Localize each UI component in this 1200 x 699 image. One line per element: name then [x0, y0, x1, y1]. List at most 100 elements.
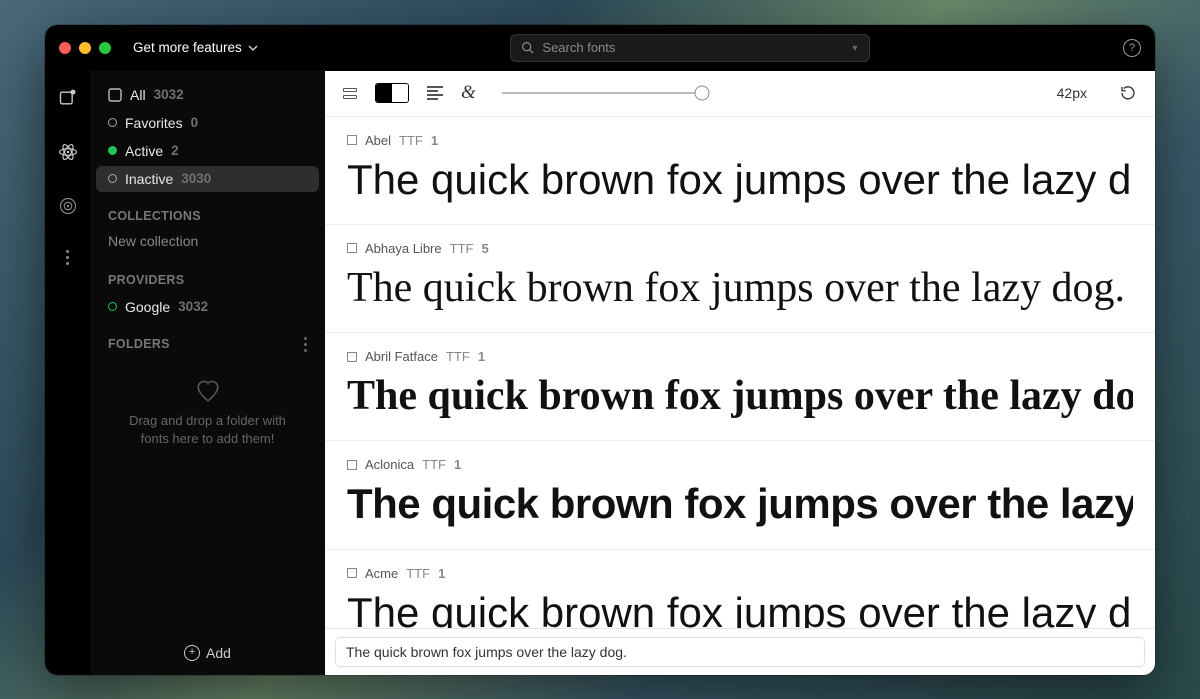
size-slider[interactable]: [502, 92, 702, 94]
features-label: Get more features: [133, 40, 242, 55]
font-row[interactable]: Abel TTF 1 The quick brown fox jumps over t…: [325, 117, 1155, 225]
checkbox-icon[interactable]: [347, 135, 357, 145]
font-row[interactable]: AclonicaTTF1The quick brown fox jumps ov…: [325, 441, 1155, 549]
font-name: Abril Fatface: [365, 349, 438, 364]
checkbox-icon[interactable]: [347, 243, 357, 253]
preview-text-input[interactable]: [335, 637, 1145, 667]
font-row[interactable]: Abhaya Libre TTF 5 The quick brown fox jump…: [325, 225, 1155, 333]
search-container: Search fonts ▼: [266, 34, 1115, 62]
new-collection-button[interactable]: New collection: [90, 229, 325, 257]
slider-thumb[interactable]: [694, 86, 709, 101]
glyphs-button[interactable]: &: [461, 82, 476, 104]
size-label: 42px: [1057, 85, 1087, 101]
more-rail-icon[interactable]: [66, 250, 69, 265]
app-window: Get more features Search fonts ▼ ? All 3…: [45, 25, 1155, 675]
window-controls: [59, 42, 111, 54]
get-more-features-menu[interactable]: Get more features: [133, 40, 258, 55]
font-preview-text: The quick brown fox jumps over the lazy …: [347, 372, 1133, 420]
inactive-bullet-icon: [108, 174, 117, 183]
font-format: TTF: [406, 566, 430, 581]
checkbox-icon[interactable]: [347, 460, 357, 470]
theme-toggle-button[interactable]: [375, 83, 409, 103]
reset-button[interactable]: [1119, 84, 1137, 102]
atom-icon[interactable]: [58, 142, 78, 162]
font-format: TTF: [450, 241, 474, 256]
add-label: Add: [206, 645, 231, 661]
sidebar-item-inactive[interactable]: Inactive 3030: [96, 166, 319, 192]
favorites-label: Favorites: [125, 115, 183, 131]
font-name: Abhaya Libre: [365, 241, 442, 256]
font-name: Abel: [365, 133, 391, 148]
google-count: 3032: [178, 299, 208, 314]
maximize-window-button[interactable]: [99, 42, 111, 54]
sidebar-item-google[interactable]: Google 3032: [96, 294, 319, 320]
preview-text-bar: [325, 628, 1155, 675]
app-body: All 3032 Favorites 0 Active 2 Inactive 3…: [45, 71, 1155, 675]
chevron-down-icon: [248, 43, 258, 53]
active-bullet-icon: [108, 146, 117, 155]
font-row[interactable]: Abril Fatface TTF 1 The quick brown fox jum…: [325, 333, 1155, 441]
active-count: 2: [171, 143, 179, 158]
favorites-count: 0: [191, 115, 199, 130]
font-style-count: 1: [438, 566, 445, 581]
minimize-window-button[interactable]: [79, 42, 91, 54]
search-dropdown-icon[interactable]: ▼: [850, 43, 859, 53]
font-meta: Abhaya Libre TTF 5: [347, 241, 1133, 256]
active-label: Active: [125, 143, 163, 159]
sidebar-item-all[interactable]: All 3032: [96, 82, 319, 108]
inactive-count: 3030: [181, 171, 211, 186]
google-label: Google: [125, 299, 170, 315]
font-style-count: 1: [478, 349, 485, 364]
font-style-count: 1: [454, 457, 461, 472]
library-icon[interactable]: [58, 88, 78, 108]
folders-empty-state: Drag and drop a folder with fonts here t…: [90, 378, 325, 448]
all-label: All: [130, 87, 146, 103]
font-preview-text: The quick brown fox jumps over the lazy …: [347, 156, 1133, 204]
folders-more-icon[interactable]: [304, 337, 307, 352]
font-meta: Acme TTF 1: [347, 566, 1133, 581]
font-meta: Abril Fatface TTF 1: [347, 349, 1133, 364]
font-row[interactable]: Acme TTF 1 The quick brown fox jumps over t…: [325, 550, 1155, 628]
radar-icon[interactable]: [58, 196, 78, 216]
font-list[interactable]: Abel TTF 1 The quick brown fox jumps over t…: [325, 117, 1155, 628]
layout-toggle-button[interactable]: [343, 88, 357, 99]
icon-rail: [45, 71, 90, 675]
providers-header: PROVIDERS: [90, 257, 325, 293]
font-preview-text: The quick brown fox jumps over the lazy …: [347, 480, 1133, 528]
plus-circle-icon: +: [184, 645, 200, 661]
font-style-count: 1: [431, 133, 438, 148]
checkbox-icon[interactable]: [347, 352, 357, 362]
font-preview-text: The quick brown fox jumps over the lazy …: [347, 589, 1133, 628]
sidebar-item-active[interactable]: Active 2: [96, 138, 319, 164]
font-name: Acme: [365, 566, 398, 581]
font-format: TTF: [446, 349, 470, 364]
folders-header: FOLDERS: [90, 321, 325, 358]
add-button[interactable]: + Add: [90, 631, 325, 675]
help-button[interactable]: ?: [1123, 39, 1141, 57]
font-format: TTF: [399, 133, 423, 148]
inactive-label: Inactive: [125, 171, 173, 187]
favorites-bullet-icon: [108, 118, 117, 127]
folders-empty-text: Drag and drop a folder with fonts here t…: [120, 412, 295, 448]
preview-toolbar: & 42px: [325, 71, 1155, 117]
sidebar: All 3032 Favorites 0 Active 2 Inactive 3…: [90, 71, 325, 675]
font-meta: Abel TTF 1: [347, 133, 1133, 148]
search-placeholder: Search fonts: [542, 40, 615, 55]
close-window-button[interactable]: [59, 42, 71, 54]
heart-icon: [195, 378, 221, 404]
checkbox-icon[interactable]: [347, 568, 357, 578]
align-button[interactable]: [427, 86, 443, 100]
search-icon: [521, 41, 534, 54]
all-icon: [108, 88, 122, 102]
all-count: 3032: [154, 87, 184, 102]
font-preview-text: The quick brown fox jumps over the lazy …: [347, 264, 1133, 312]
main-panel: & 42px Abel TTF 1 The quick brown fox jumps…: [325, 71, 1155, 675]
sidebar-item-favorites[interactable]: Favorites 0: [96, 110, 319, 136]
google-bullet-icon: [108, 302, 117, 311]
titlebar: Get more features Search fonts ▼ ?: [45, 25, 1155, 71]
font-style-count: 5: [481, 241, 488, 256]
font-meta: AclonicaTTF1: [347, 457, 1133, 472]
collections-header: COLLECTIONS: [90, 193, 325, 229]
search-input[interactable]: Search fonts ▼: [510, 34, 870, 62]
font-format: TTF: [422, 457, 446, 472]
